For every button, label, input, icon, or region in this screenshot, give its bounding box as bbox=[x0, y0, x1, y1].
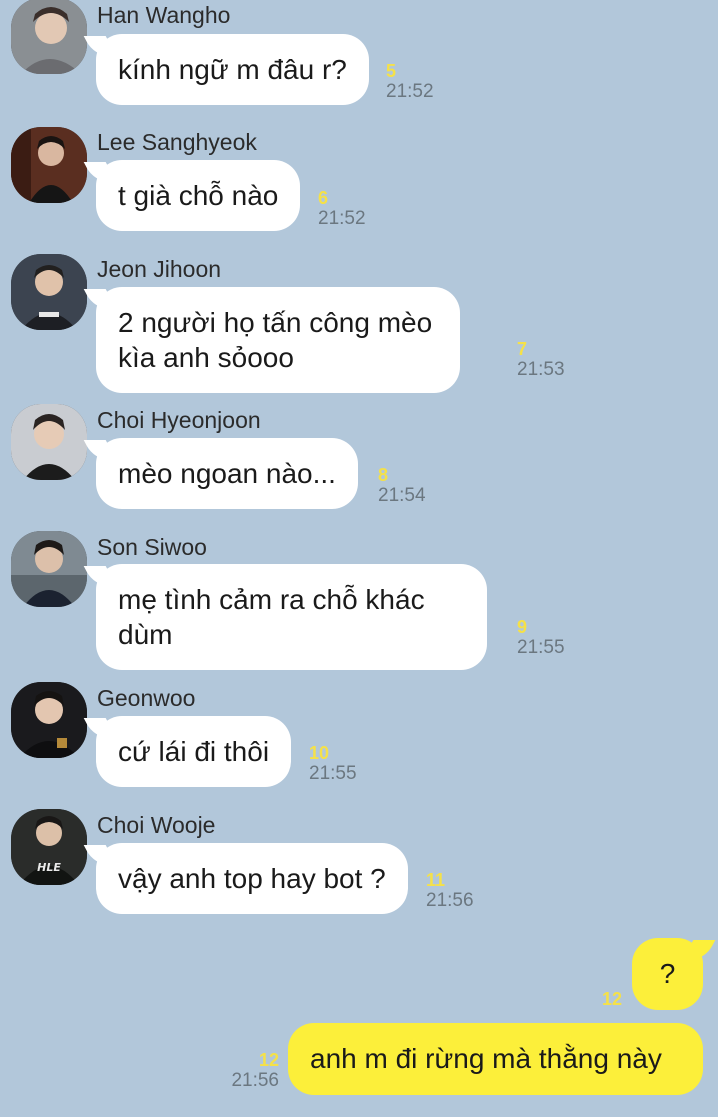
timestamp: 21:55 bbox=[309, 763, 357, 784]
sender-name: Son Siwoo bbox=[97, 534, 207, 560]
sender-name: Choi Wooje bbox=[97, 812, 216, 838]
message-bubble[interactable]: t già chỗ nào bbox=[96, 160, 301, 231]
message-line: kìa anh sỏooo bbox=[118, 342, 294, 373]
avatar[interactable] bbox=[11, 531, 87, 607]
my-message-bubble[interactable]: anh m đi rừng mà thằng này bbox=[288, 1023, 703, 1095]
avatar[interactable] bbox=[11, 254, 87, 330]
message-meta: 11 21:56 bbox=[426, 870, 474, 912]
message-line: dùm bbox=[118, 619, 173, 650]
message-meta: 9 21:55 bbox=[517, 617, 565, 659]
message-meta: 10 21:55 bbox=[309, 743, 357, 785]
message-bubble[interactable]: 2 người họ tấn công mèo kìa anh sỏooo bbox=[96, 287, 461, 393]
message-bubble[interactable]: cứ lái đi thôi bbox=[96, 716, 292, 787]
unread-count: 5 bbox=[386, 61, 397, 81]
svg-text:HLE: HLE bbox=[37, 861, 61, 874]
timestamp: 21:52 bbox=[386, 81, 434, 102]
avatar[interactable] bbox=[11, 127, 87, 203]
sender-name: Jeon Jihoon bbox=[97, 256, 222, 282]
unread-count: 6 bbox=[318, 188, 329, 208]
message-meta: 12 bbox=[602, 989, 622, 1009]
unread-count: 7 bbox=[517, 339, 528, 359]
avatar[interactable] bbox=[11, 404, 87, 480]
timestamp: 21:53 bbox=[517, 359, 565, 380]
unread-count: 12 bbox=[258, 1050, 279, 1070]
timestamp: 21:54 bbox=[378, 485, 426, 506]
message-bubble[interactable]: kính ngữ m đâu r? bbox=[96, 34, 369, 105]
unread-count: 11 bbox=[426, 870, 446, 890]
timestamp: 21:55 bbox=[517, 637, 565, 658]
unread-count: 12 bbox=[602, 989, 623, 1009]
sender-name: Han Wangho bbox=[97, 2, 231, 28]
avatar[interactable]: HLE bbox=[11, 809, 87, 885]
avatar[interactable] bbox=[11, 0, 87, 74]
message-meta: 5 21:52 bbox=[386, 61, 434, 103]
message-meta: 7 21:53 bbox=[517, 339, 565, 381]
message-bubble[interactable]: mèo ngoan nào... bbox=[96, 438, 358, 509]
message-meta: 8 21:54 bbox=[378, 465, 426, 507]
timestamp: 21:52 bbox=[318, 208, 366, 229]
sender-name: Geonwoo bbox=[97, 685, 196, 711]
sender-name: Lee Sanghyeok bbox=[97, 129, 257, 155]
message-line: mẹ tình cảm ra chỗ khác bbox=[118, 584, 425, 615]
unread-count: 8 bbox=[378, 465, 389, 485]
unread-count: 10 bbox=[309, 743, 330, 763]
message-bubble[interactable]: vậy anh top hay bot ? bbox=[96, 843, 408, 914]
avatar[interactable] bbox=[11, 682, 87, 758]
timestamp: 21:56 bbox=[231, 1070, 279, 1091]
message-line: 2 người họ tấn công mèo bbox=[118, 307, 433, 338]
sender-name: Choi Hyeonjoon bbox=[97, 407, 261, 433]
unread-count: 9 bbox=[517, 617, 528, 637]
message-meta: 6 21:52 bbox=[318, 188, 366, 230]
message-bubble[interactable]: mẹ tình cảm ra chỗ khác dùm bbox=[96, 564, 487, 670]
message-meta: 12 21:56 bbox=[229, 1050, 279, 1092]
timestamp: 21:56 bbox=[426, 890, 474, 911]
